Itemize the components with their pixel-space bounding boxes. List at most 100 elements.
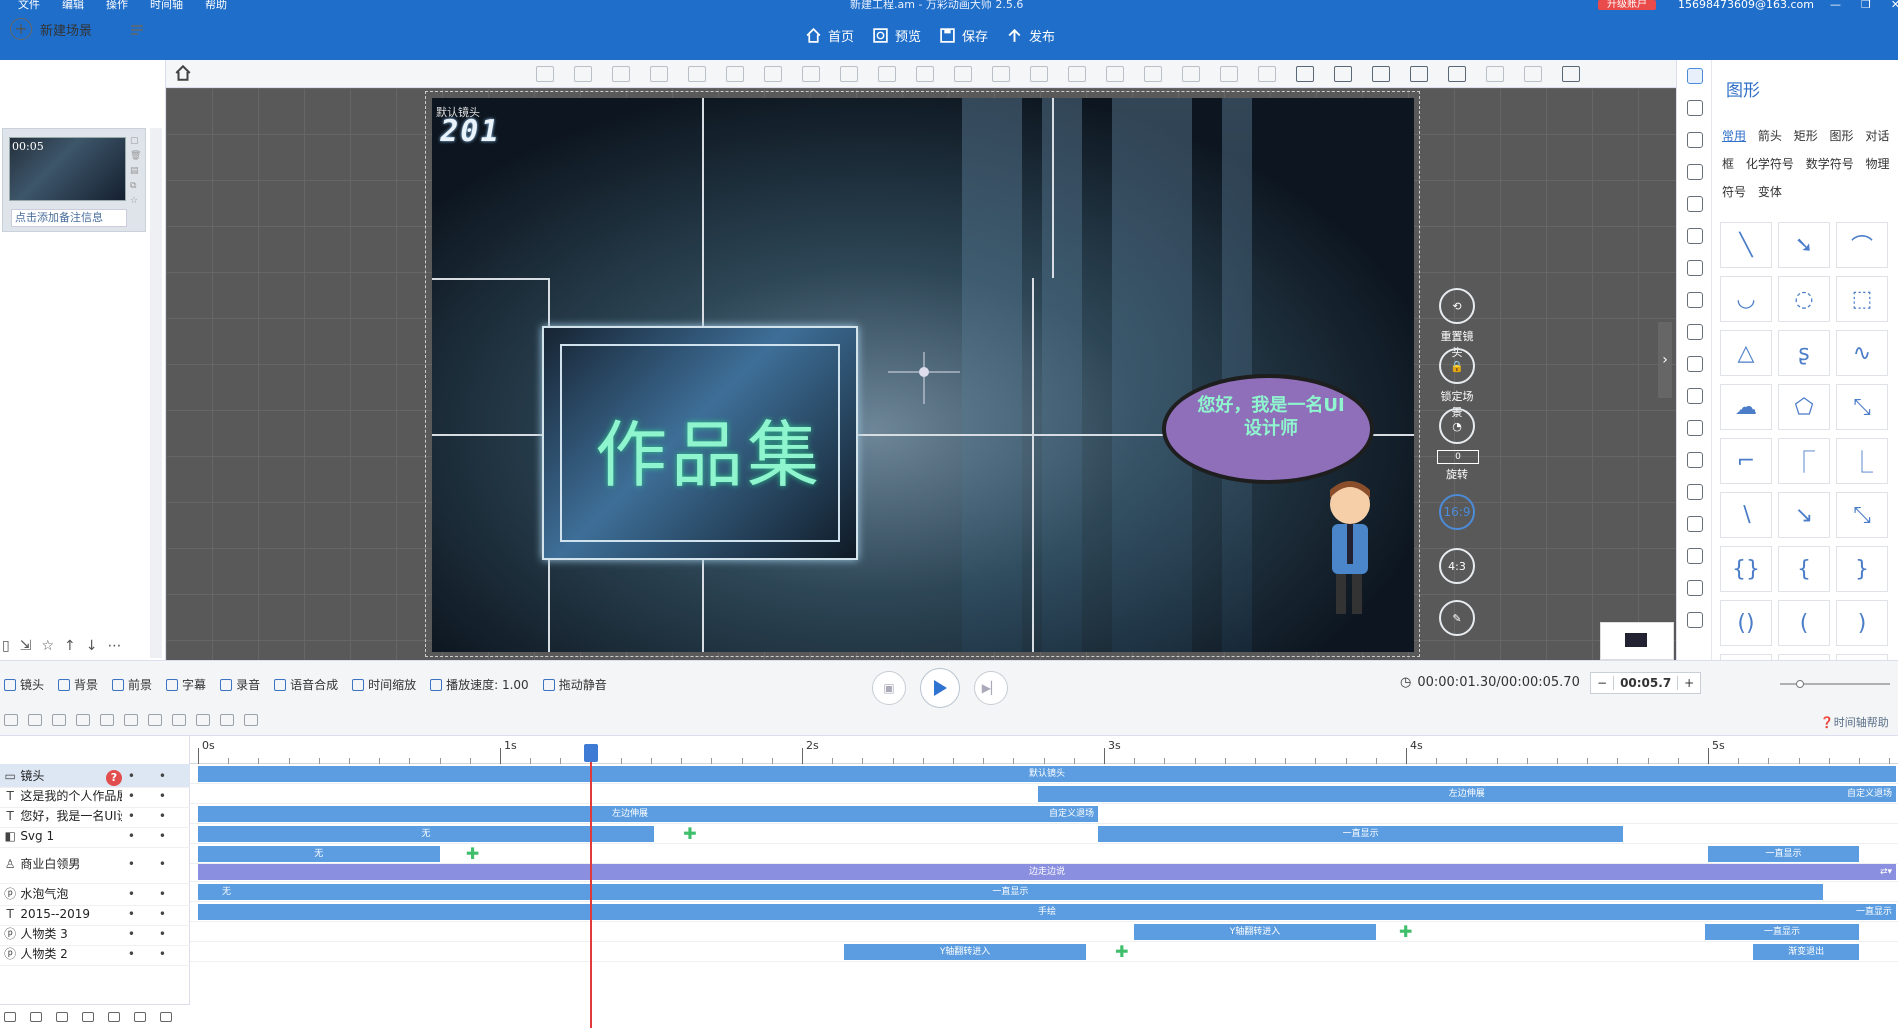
shape-item[interactable]: {} [1720, 546, 1772, 592]
camera-tool[interactable]: 镜头 [4, 676, 44, 693]
track-row[interactable]: ⓟ 人物类 2 •• [0, 942, 190, 966]
tools-category-icon[interactable] [1687, 228, 1703, 244]
menu-file[interactable]: 文件 [18, 0, 40, 12]
animation-bar[interactable]: 边走边说 ⇄▾ [198, 864, 1896, 880]
portfolio-title[interactable]: 作品集 [595, 396, 823, 501]
lock-icon[interactable] [764, 66, 782, 82]
minimize-button[interactable]: — [1830, 0, 1841, 10]
shape-item[interactable]: ( [1778, 600, 1830, 646]
scene-card[interactable]: 00:05 点击添加备注信息 [2, 128, 146, 232]
track-visibility-toggle[interactable]: •• [128, 829, 190, 843]
flash-category-icon[interactable] [1687, 388, 1703, 404]
track-visibility-toggle[interactable]: •• [128, 887, 190, 901]
merge-icon[interactable] [148, 714, 162, 726]
lock-canvas-icon[interactable] [1372, 66, 1390, 82]
shape-item[interactable]: ʂ [1778, 330, 1830, 376]
scene-note-field[interactable]: 点击添加备注信息 [11, 209, 127, 227]
menu-edit[interactable]: 编辑 [62, 0, 84, 12]
align-bottom-icon[interactable] [1182, 66, 1200, 82]
distribute-icon[interactable] [992, 66, 1010, 82]
bring-front-icon[interactable] [536, 66, 554, 82]
folder-category-icon[interactable] [1687, 292, 1703, 308]
shape-item[interactable]: ☁ [1720, 384, 1772, 430]
shape-item[interactable]: ∿ [1836, 330, 1888, 376]
align-top-icon[interactable] [1144, 66, 1162, 82]
eye-icon[interactable] [160, 1011, 172, 1022]
shape-item[interactable]: ⬠ [1778, 384, 1830, 430]
notes-icon[interactable] [244, 714, 258, 726]
animation-bar[interactable]: 一直显示 [1097, 826, 1624, 842]
rotate-control[interactable]: ◔ 0 旋转 [1437, 408, 1479, 482]
home-button[interactable]: 首页 [805, 26, 854, 45]
rotate-dial-icon[interactable]: ◔ [1439, 408, 1475, 444]
scene-add-icon[interactable]: ▯ [2, 638, 10, 654]
align-end-icon[interactable] [100, 714, 114, 726]
shape-item[interactable]: ⬚ [1836, 276, 1888, 322]
backward-icon[interactable] [650, 66, 668, 82]
shape-item[interactable]: ↘ [1778, 492, 1830, 538]
copy-scene-icon[interactable]: ▢ [130, 136, 141, 146]
track-visibility-toggle[interactable]: •• [128, 789, 190, 803]
add-track-icon[interactable] [4, 1011, 16, 1022]
drag-mute-tool[interactable]: 拖动静音 [542, 676, 607, 693]
ratio-4-3-button[interactable]: 4:3 [1437, 548, 1477, 584]
scene-settings-icon[interactable]: ▤ [130, 166, 141, 176]
align-right-icon[interactable] [1106, 66, 1124, 82]
photo-category-icon[interactable] [1687, 196, 1703, 212]
maximize-button[interactable]: ❐ [1861, 0, 1871, 10]
animation-bar[interactable]: 一直显示 无 [198, 884, 1823, 900]
ratio-16-9-button[interactable]: 16:9 [1437, 494, 1477, 530]
shape-cat-arrow[interactable]: 箭头 [1758, 129, 1782, 143]
animation-bar[interactable]: 左边伸展 自定义退场 [1037, 786, 1896, 802]
record-tool[interactable]: 录音 [220, 676, 260, 693]
animation-bar[interactable]: 左边伸展 自定义退场 [198, 806, 1098, 822]
flip-icon[interactable] [688, 66, 706, 82]
shape-item[interactable]: ⎿ [1836, 438, 1888, 484]
up-icon[interactable] [82, 1011, 94, 1022]
play-button[interactable] [920, 668, 960, 708]
space-v-icon[interactable] [1220, 66, 1238, 82]
upgrade-button[interactable]: 升级账户 [1598, 0, 1656, 10]
animation-bar[interactable]: 无 [198, 826, 655, 842]
track-visibility-toggle[interactable]: •• [128, 809, 190, 823]
shape-item[interactable]: ⌐ [1720, 438, 1772, 484]
shape-item[interactable]: ╲ [1720, 222, 1772, 268]
menu-operate[interactable]: 操作 [106, 0, 128, 12]
subtitle-tool[interactable]: 字幕 [166, 676, 206, 693]
shape-item[interactable]: ◡ [1720, 276, 1772, 322]
align-middle-icon[interactable] [954, 66, 972, 82]
shape-cat-common[interactable]: 常用 [1722, 129, 1746, 143]
animation-bar[interactable]: 默认镜头 [198, 766, 1896, 782]
favorite-icon[interactable]: ☆ [41, 638, 54, 654]
space-h-icon[interactable] [1258, 66, 1276, 82]
shape-cat-variant[interactable]: 变体 [1758, 185, 1782, 199]
time-scale-tool[interactable]: 时间缩放 [352, 676, 416, 693]
edit-camera-button[interactable]: ✎ [1437, 600, 1477, 636]
video-category-icon[interactable] [1687, 356, 1703, 372]
add-keyframe-icon[interactable]: ✚ [1115, 944, 1129, 960]
animation-bar[interactable]: 无 [198, 846, 440, 862]
duration-stepper[interactable]: − 00:05.7 + [1590, 672, 1702, 694]
align-h-icon[interactable] [1068, 66, 1086, 82]
playhead-handle[interactable] [583, 744, 598, 762]
text-category-icon[interactable] [1687, 132, 1703, 148]
animation-bar[interactable]: Y轴翻转进入 [1134, 924, 1376, 940]
shape-item[interactable]: } [1836, 546, 1888, 592]
gallery-category-icon[interactable] [1687, 612, 1703, 628]
hand-category-icon[interactable] [1687, 452, 1703, 468]
move-down-icon[interactable]: ↓ [86, 638, 98, 654]
scene-export-icon[interactable]: ⇲ [20, 638, 32, 654]
shape-item[interactable]: ◌ [1778, 276, 1830, 322]
menu-timeline[interactable]: 时间轴 [150, 0, 183, 12]
duration-plus-button[interactable]: + [1678, 676, 1700, 690]
duration-minus-button[interactable]: − [1591, 676, 1613, 690]
shape-item[interactable]: ⤡ [1836, 384, 1888, 430]
shape-item[interactable]: ⎾ [1778, 438, 1830, 484]
forward-icon[interactable] [612, 66, 630, 82]
shape-cat-shape[interactable]: 图形 [1830, 129, 1854, 143]
send-back-icon[interactable] [574, 66, 592, 82]
bubble-category-icon[interactable] [1687, 260, 1703, 276]
track-visibility-toggle[interactable]: •• [128, 947, 190, 961]
folder-icon[interactable] [30, 1011, 42, 1022]
search-icon[interactable] [52, 714, 66, 726]
